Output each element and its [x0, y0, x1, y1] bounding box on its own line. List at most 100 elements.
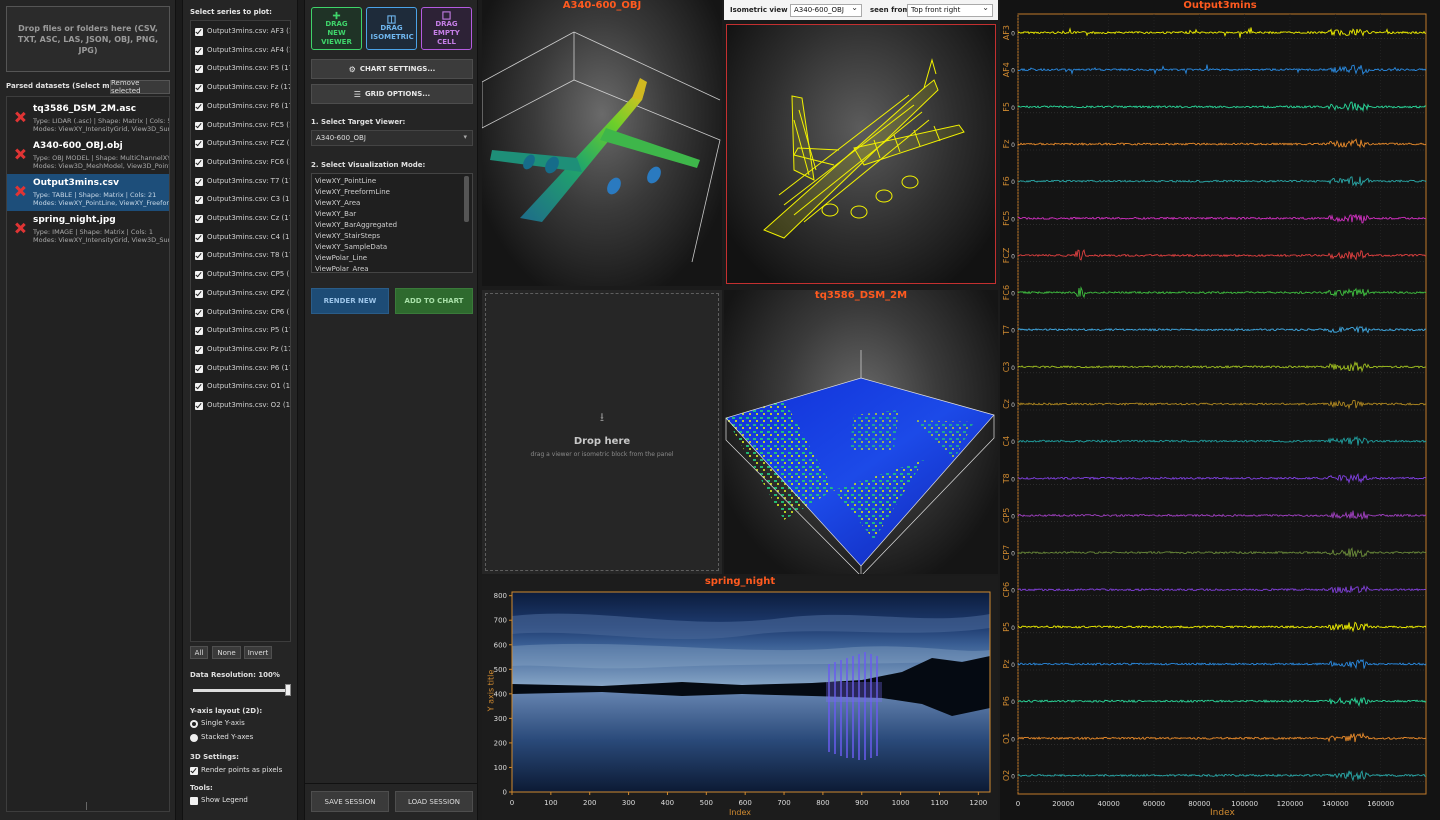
series-checkbox-item[interactable]: Output3mins.csv: O2 (17999 — [195, 400, 290, 412]
render-pixels-checkbox[interactable] — [190, 767, 198, 775]
drag-empty-cell-button[interactable]: DRAG EMPTY CELL — [421, 7, 472, 50]
iso-model-select[interactable]: A340-600_OBJ — [790, 2, 862, 17]
remove-dataset-icon[interactable] — [15, 223, 25, 233]
save-session-button[interactable]: SAVE SESSION — [311, 791, 389, 812]
series-checkbox-item[interactable]: Output3mins.csv: T7 (17999 — [195, 176, 290, 188]
series-checkbox-item[interactable]: Output3mins.csv: C4 (17999 — [195, 232, 290, 244]
load-session-button[interactable]: LOAD SESSION — [395, 791, 473, 812]
series-checkbox[interactable] — [195, 158, 203, 167]
series-checkbox[interactable] — [195, 196, 203, 205]
invert-selection-button[interactable]: Invert — [244, 646, 272, 659]
series-checkbox[interactable] — [195, 233, 203, 242]
series-checkbox[interactable] — [195, 140, 203, 149]
x-tick-label: 80000 — [1188, 800, 1210, 808]
series-checkbox[interactable] — [195, 345, 203, 354]
dataset-item[interactable]: spring_night.jpg Type: IMAGE | Shape: Ma… — [7, 211, 169, 248]
dataset-item[interactable]: tq3586_DSM_2M.asc Type: LIDAR (.asc) | S… — [7, 100, 169, 137]
x-tick-label: 20000 — [1052, 800, 1074, 808]
series-checkbox-item[interactable]: Output3mins.csv: AF3 (1799 — [195, 26, 290, 38]
series-checkbox-item[interactable]: Output3mins.csv: AF4 (1799 — [195, 45, 290, 57]
drag-isometric-button[interactable]: DRAG ISOMETRIC — [366, 7, 417, 50]
series-checkbox-item[interactable]: Output3mins.csv: T8 (17999 — [195, 250, 290, 262]
series-checkbox-item[interactable]: Output3mins.csv: Cz (17999 — [195, 213, 290, 225]
series-checkbox-item[interactable]: Output3mins.csv: F5 (17999 — [195, 63, 290, 75]
series-checkbox[interactable] — [195, 289, 203, 298]
series-checkbox[interactable] — [195, 215, 203, 223]
series-checkbox-item[interactable]: Output3mins.csv: Fz (17999 — [195, 82, 290, 94]
series-checkbox-item[interactable]: Output3mins.csv: FCZ (1799 — [195, 138, 290, 150]
target-viewer-select[interactable]: A340-600_OBJ ▾ — [311, 130, 473, 146]
series-checkbox-item[interactable]: Output3mins.csv: C3 (17999 — [195, 194, 290, 206]
dropzone-text: Drop files or folders here (CSV, TXT, AS… — [17, 23, 159, 55]
series-checkbox[interactable] — [195, 65, 203, 74]
vis-mode-item[interactable]: ViewPolar_Line — [315, 254, 367, 262]
vis-mode-item[interactable]: ViewPolar_Area — [315, 265, 369, 272]
series-checkbox-item[interactable]: Output3mins.csv: P5 (17999 — [195, 325, 290, 337]
series-checkbox-item[interactable]: Output3mins.csv: CPZ (1799 — [195, 288, 290, 300]
show-legend-checkbox[interactable] — [190, 797, 198, 805]
series-checkbox-item[interactable]: Output3mins.csv: O1 (17999 — [195, 381, 290, 393]
series-list[interactable]: Output3mins.csv: AF3 (1799 Output3mins.cs… — [190, 20, 291, 642]
vis-mode-item[interactable]: ViewXY_SampleData — [315, 243, 387, 251]
dataset-item[interactable]: A340-600_OBJ.obj Type: OBJ MODEL | Shape… — [7, 137, 169, 174]
vis-mode-item[interactable]: ViewXY_PointLine — [315, 177, 376, 185]
dsm-viewer[interactable]: tq3586_DSM_2M — [724, 290, 998, 574]
series-checkbox-item[interactable]: Output3mins.csv: FC6 (1799 — [195, 157, 290, 169]
resolution-slider-thumb[interactable] — [285, 684, 291, 696]
vis-mode-item[interactable]: ViewXY_StairSteps — [315, 232, 380, 240]
series-checkbox-item[interactable]: Output3mins.csv: F6 (17999 — [195, 101, 290, 113]
series-axis-label: O2 — [1002, 770, 1011, 781]
single-y-radio[interactable] — [190, 720, 198, 728]
vis-mode-scrollbar[interactable] — [464, 176, 469, 222]
remove-dataset-icon[interactable] — [15, 112, 25, 122]
remove-selected-button[interactable]: Remove selected — [110, 79, 170, 95]
y-tick-label: 600 — [494, 641, 507, 649]
series-checkbox[interactable] — [195, 252, 203, 261]
obj-viewer[interactable]: A340-600_OBJ — [482, 0, 722, 286]
image-viewer[interactable]: spring_night 0 100 200 300 400 500 600 700 800 90… — [482, 576, 998, 820]
series-axis-label: C4 — [1002, 436, 1011, 447]
x-tick-label: 400 — [661, 799, 674, 807]
eeg-chart[interactable]: Output3mins 0 20000 40000 60000 80000 100000 1… — [1000, 0, 1440, 820]
vis-mode-item[interactable]: ViewXY_FreeformLine — [315, 188, 390, 196]
series-checkbox-item[interactable]: Output3mins.csv: FC5 (1799 — [195, 120, 290, 132]
remove-dataset-icon[interactable] — [15, 149, 25, 159]
add-to-chart-button[interactable]: ADD TO CHART — [395, 288, 473, 314]
series-checkbox[interactable] — [195, 271, 203, 280]
select-all-button[interactable]: All — [190, 646, 208, 659]
file-dropzone[interactable]: Drop files or folders here (CSV, TXT, AS… — [6, 6, 170, 72]
vis-mode-list[interactable]: ViewXY_PointLine ViewXY_FreeformLine ViewX… — [311, 173, 473, 273]
vis-mode-item[interactable]: ViewXY_Bar — [315, 210, 356, 218]
resolution-slider-track[interactable] — [193, 689, 289, 692]
empty-cell[interactable]: ⭳ Drop here drag a viewer or isometric b… — [482, 290, 722, 574]
series-checkbox[interactable] — [195, 402, 203, 410]
resize-grip[interactable] — [86, 802, 87, 810]
series-checkbox[interactable] — [195, 308, 203, 317]
vis-mode-item[interactable]: ViewXY_Area — [315, 199, 360, 207]
remove-dataset-icon[interactable] — [15, 186, 25, 196]
series-checkbox-item[interactable]: Output3mins.csv: Pz (17999 — [195, 344, 290, 356]
series-checkbox[interactable] — [195, 84, 203, 93]
stacked-y-radio[interactable] — [190, 734, 198, 742]
series-checkbox[interactable] — [195, 383, 203, 392]
select-none-button[interactable]: None — [212, 646, 241, 659]
render-new-button[interactable]: RENDER NEW — [311, 288, 389, 314]
series-checkbox-item[interactable]: Output3mins.csv: P6 (17999 — [195, 363, 290, 375]
isometric-viewer[interactable]: Isometric view of: A340-600_OBJ seen fro… — [724, 0, 998, 286]
vis-mode-item[interactable]: ViewXY_BarAggregated — [315, 221, 397, 229]
series-checkbox[interactable] — [195, 327, 203, 336]
chart-settings-button[interactable]: ⚙ CHART SETTINGS... — [311, 59, 473, 79]
drag-new-viewer-button[interactable]: DRAG NEW VIEWER — [311, 7, 362, 50]
grid-options-button[interactable]: ☰ GRID OPTIONS... — [311, 84, 473, 104]
series-checkbox[interactable] — [195, 102, 203, 111]
series-checkbox[interactable] — [195, 46, 203, 55]
series-checkbox-item[interactable]: Output3mins.csv: CP6 (1799 — [195, 307, 290, 319]
seen-from-select[interactable]: Top front right — [907, 2, 993, 17]
series-checkbox-item[interactable]: Output3mins.csv: CP5 (1799 — [195, 269, 290, 281]
series-checkbox[interactable] — [195, 121, 203, 130]
dataset-list[interactable]: tq3586_DSM_2M.asc Type: LIDAR (.asc) | S… — [6, 96, 170, 812]
series-checkbox[interactable] — [195, 364, 203, 373]
dataset-item-selected[interactable]: Output3mins.csv Type: TABLE | Shape: Mat… — [7, 174, 169, 211]
series-checkbox[interactable] — [195, 177, 203, 186]
series-checkbox[interactable] — [195, 28, 203, 36]
